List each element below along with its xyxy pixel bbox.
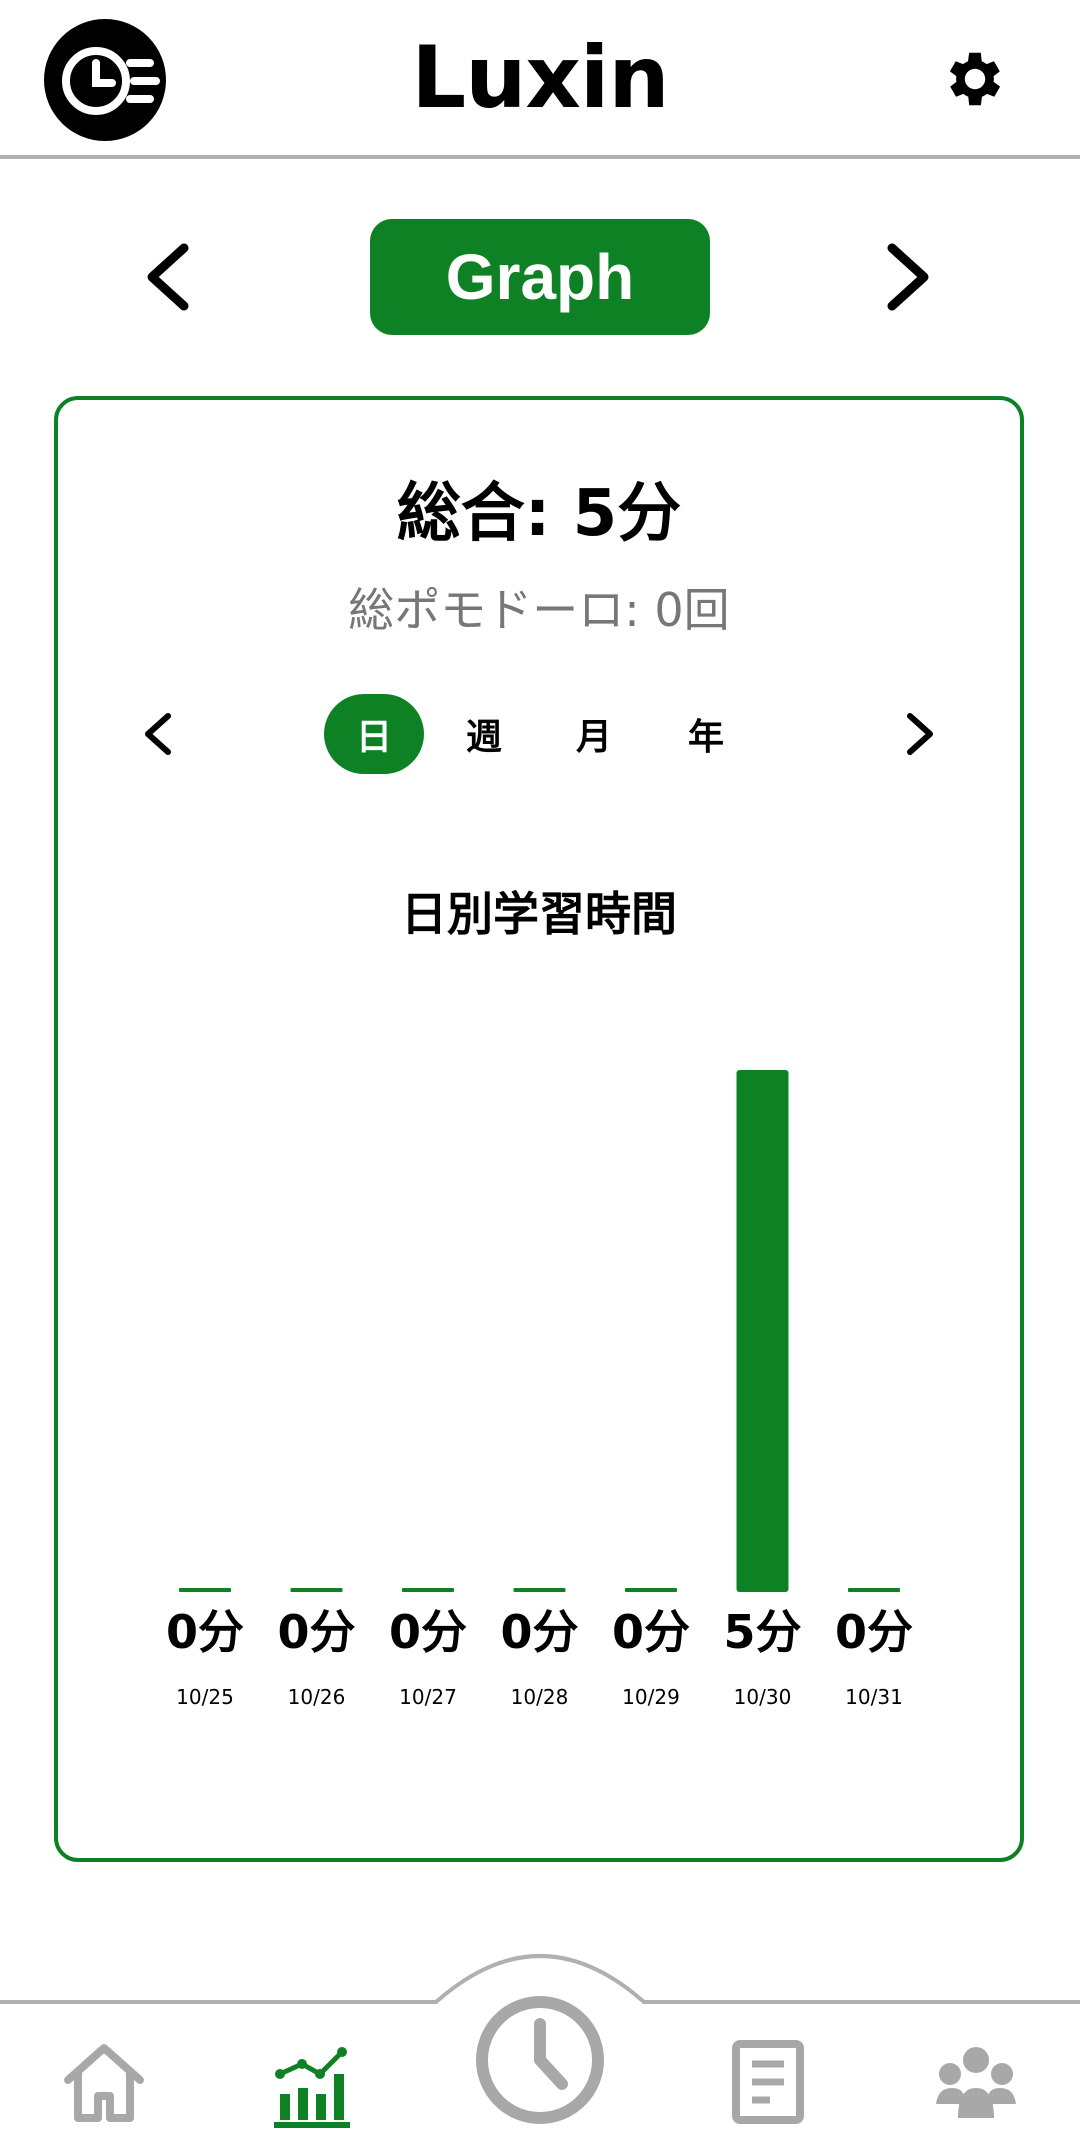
bar-10/25: [179, 1588, 231, 1592]
bar-date-label: 10/30: [734, 1685, 792, 1709]
next-period-chevron-icon[interactable]: [900, 710, 940, 758]
bar-value-label: 0分: [612, 1605, 690, 1659]
pomodoro-count: 総ポモドーロ: 0回: [348, 583, 730, 637]
bar-10/30: [736, 1070, 789, 1592]
bar-date-label: 10/27: [399, 1685, 457, 1709]
bar-value-label: 0分: [835, 1605, 913, 1659]
bottom-navigation: [0, 1940, 1080, 2140]
page-title-pill: Graph: [370, 219, 710, 335]
bar-10/28: [513, 1588, 566, 1592]
bar-value-label: 0分: [277, 1605, 355, 1659]
bar-value-label: 0分: [500, 1605, 578, 1659]
bar-10/27: [402, 1588, 454, 1592]
stats-chart-icon[interactable]: [270, 2044, 354, 2128]
prev-page-chevron-icon[interactable]: [140, 242, 196, 312]
notes-icon[interactable]: [730, 2040, 806, 2124]
bar-value-label: 0分: [166, 1605, 244, 1659]
timer-clock-icon[interactable]: [474, 1994, 606, 2126]
app-title: Luxin: [411, 28, 669, 128]
tab-day[interactable]: 日: [324, 694, 424, 774]
prev-period-chevron-icon[interactable]: [138, 710, 178, 758]
group-icon[interactable]: [936, 2044, 1016, 2120]
tab-week[interactable]: 週: [434, 694, 534, 774]
bar-date-label: 10/29: [622, 1685, 680, 1709]
bar-date-label: 10/25: [176, 1685, 234, 1709]
bar-date-label: 10/28: [511, 1685, 569, 1709]
next-page-chevron-icon[interactable]: [880, 242, 936, 312]
bar-value-label: 0分: [389, 1605, 467, 1659]
daily-study-chart: 0分 10/25 0分 10/26 0分 10/27 0分 10/28 0分 10/29 5分 10/…: [166, 1070, 913, 1709]
chart-title: 日別学習時間: [401, 887, 677, 941]
tab-year[interactable]: 年: [656, 694, 756, 774]
gear-icon[interactable]: [940, 44, 1010, 114]
bar-date-label: 10/26: [288, 1685, 346, 1709]
bar-10/31: [848, 1588, 900, 1592]
tab-month[interactable]: 月: [544, 694, 644, 774]
bar-date-label: 10/31: [845, 1685, 903, 1709]
home-icon[interactable]: [62, 2040, 146, 2124]
total-time: 総合: 5分: [396, 477, 682, 551]
bar-value-label: 5分: [723, 1605, 801, 1659]
bar-10/26: [290, 1588, 343, 1592]
bar-10/29: [625, 1588, 677, 1592]
header-divider: [0, 155, 1080, 159]
